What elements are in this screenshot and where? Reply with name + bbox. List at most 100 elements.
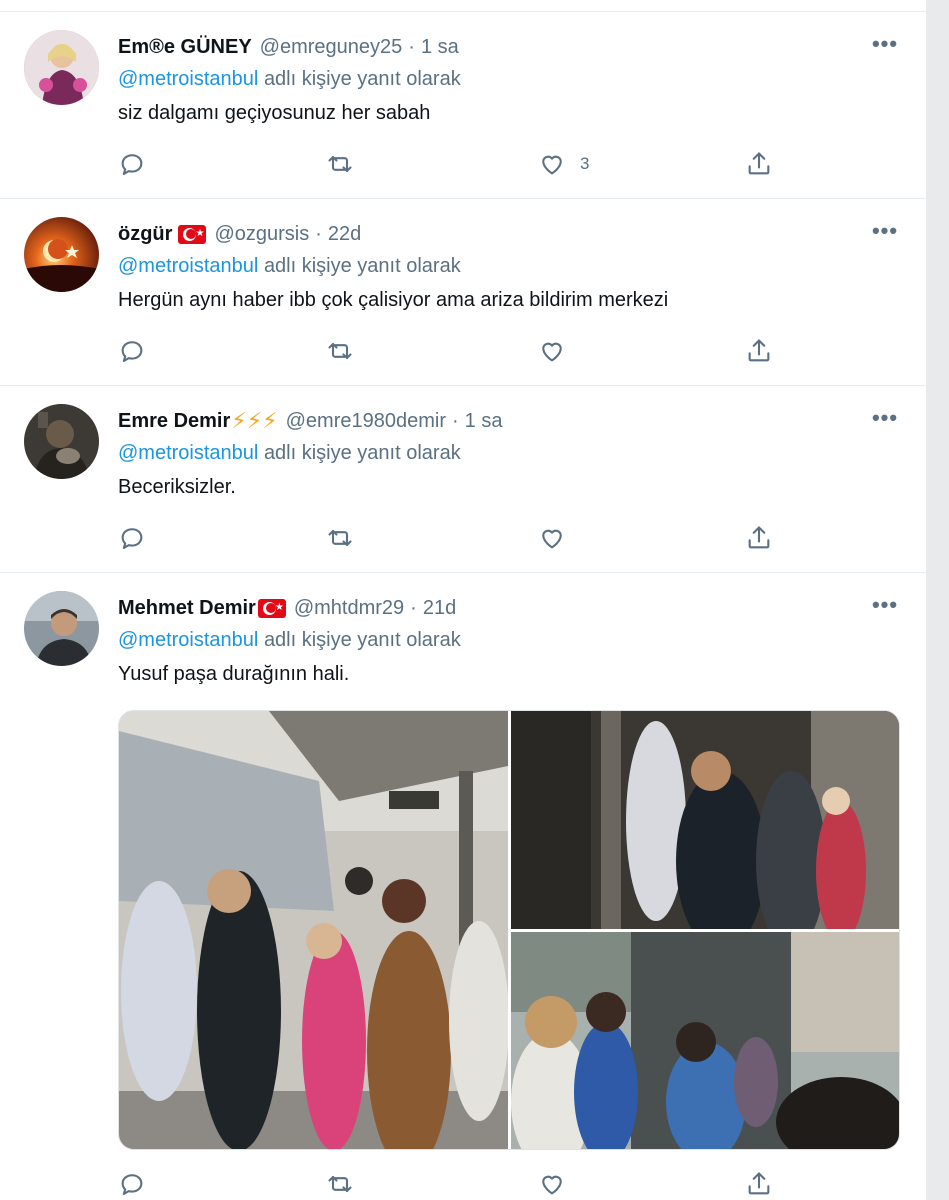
tweet-header: özgür ★ @ozgursis · 22d xyxy=(118,220,361,248)
retweet-button[interactable] xyxy=(326,148,354,180)
photo-image xyxy=(511,711,899,929)
tweet-actions xyxy=(118,335,818,367)
avatar-image xyxy=(24,591,99,666)
tweet-text: Beceriksizler. xyxy=(118,476,236,498)
tweet-actions: 3 xyxy=(118,148,818,180)
turkey-flag-icon: ★ xyxy=(257,598,286,618)
retweet-icon xyxy=(328,1175,352,1193)
tweet-emreguney25[interactable]: Em®e GÜNEY @emreguney25 · 1 sa ••• @metr… xyxy=(0,12,926,199)
photo-image xyxy=(119,711,508,1149)
reply-button[interactable] xyxy=(118,148,146,180)
heart-icon xyxy=(542,1175,562,1195)
photo-tram-door[interactable] xyxy=(511,711,899,929)
tweet-ozgursis[interactable]: özgür ★ @ozgursis · 22d ••• @metroistanb… xyxy=(0,199,926,386)
avatar[interactable] xyxy=(24,591,99,666)
timeline-top-divider xyxy=(0,0,926,12)
tweet-actions xyxy=(118,1168,818,1200)
user-handle[interactable]: @emre1980demir xyxy=(286,410,446,433)
separator-dot: · xyxy=(410,596,417,619)
like-button[interactable] xyxy=(538,1168,566,1200)
reply-icon xyxy=(121,528,143,549)
photo-tram-interior[interactable] xyxy=(511,932,899,1149)
tweet-text: Yusuf paşa durağının hali. xyxy=(118,663,350,685)
avatar[interactable] xyxy=(24,217,99,292)
reply-button[interactable] xyxy=(118,1168,146,1200)
more-icon[interactable]: ••• xyxy=(870,33,900,59)
tweet-media-grid[interactable] xyxy=(118,710,900,1150)
tweet-text: Hergün aynı haber ibb çok çalisiyor ama … xyxy=(118,289,669,311)
reply-context-text: adlı kişiye yanıt olarak xyxy=(263,442,461,464)
like-button[interactable] xyxy=(538,335,566,367)
photo-platform-crowd[interactable] xyxy=(119,711,508,1149)
separator-dot: · xyxy=(315,222,322,245)
retweet-button[interactable] xyxy=(326,1168,354,1200)
retweet-icon xyxy=(328,155,352,173)
tweet-emre1980demir[interactable]: Emre Demir ⚡⚡⚡ @emre1980demir · 1 sa •••… xyxy=(0,386,926,573)
timestamp[interactable]: 1 sa xyxy=(421,36,459,59)
share-button[interactable] xyxy=(745,335,773,367)
reply-context-text: adlı kişiye yanıt olarak xyxy=(263,629,461,651)
display-name[interactable]: Emre Demir xyxy=(118,410,230,433)
mention-link[interactable]: @metroistanbul xyxy=(118,255,258,277)
turkey-flag-icon: ★ xyxy=(178,224,207,244)
reply-icon xyxy=(121,341,143,362)
tweet-actions xyxy=(118,522,818,554)
avatar-image xyxy=(24,404,99,479)
share-icon xyxy=(748,152,770,175)
reply-context-text: adlı kişiye yanıt olarak xyxy=(263,68,461,90)
avatar-image xyxy=(24,30,99,105)
timestamp[interactable]: 1 sa xyxy=(465,410,503,433)
reply-button[interactable] xyxy=(118,522,146,554)
retweet-icon xyxy=(328,342,352,360)
reply-context: @metroistanbul adlı kişiye yanıt olarak xyxy=(118,68,461,96)
timestamp[interactable]: 22d xyxy=(328,223,361,246)
more-icon[interactable]: ••• xyxy=(870,407,900,433)
reply-context: @metroistanbul adlı kişiye yanıt olarak xyxy=(118,629,461,657)
more-icon[interactable]: ••• xyxy=(870,594,900,620)
display-name[interactable]: Em®e GÜNEY xyxy=(118,36,252,59)
share-icon xyxy=(748,339,770,362)
photo-image xyxy=(511,932,899,1149)
share-icon xyxy=(748,1172,770,1195)
user-handle[interactable]: @mhtdmr29 xyxy=(294,597,404,620)
heart-icon xyxy=(542,529,562,549)
mention-link[interactable]: @metroistanbul xyxy=(118,629,258,651)
timeline: Em®e GÜNEY @emreguney25 · 1 sa ••• @metr… xyxy=(0,0,926,1200)
user-handle[interactable]: @emreguney25 xyxy=(260,36,403,59)
reply-context-text: adlı kişiye yanıt olarak xyxy=(263,255,461,277)
share-button[interactable] xyxy=(745,1168,773,1200)
reply-button[interactable] xyxy=(118,335,146,367)
avatar[interactable] xyxy=(24,30,99,105)
separator-dot: · xyxy=(408,35,415,58)
like-button[interactable] xyxy=(538,522,566,554)
retweet-icon xyxy=(328,529,352,547)
share-button[interactable] xyxy=(745,522,773,554)
display-name[interactable]: Mehmet Demir xyxy=(118,597,256,620)
tweet-header: Emre Demir ⚡⚡⚡ @emre1980demir · 1 sa xyxy=(118,407,502,435)
timestamp[interactable]: 21d xyxy=(423,597,456,620)
mention-link[interactable]: @metroistanbul xyxy=(118,68,258,90)
more-icon[interactable]: ••• xyxy=(870,220,900,246)
reply-context: @metroistanbul adlı kişiye yanıt olarak xyxy=(118,442,461,470)
reply-icon xyxy=(121,154,143,175)
like-button[interactable]: 3 xyxy=(538,148,589,180)
user-handle[interactable]: @ozgursis xyxy=(214,223,309,246)
mention-link[interactable]: @metroistanbul xyxy=(118,442,258,464)
display-name[interactable]: özgür xyxy=(118,223,172,246)
heart-icon xyxy=(542,342,562,362)
avatar-image xyxy=(24,217,99,292)
tweet-header: Em®e GÜNEY @emreguney25 · 1 sa xyxy=(118,33,459,61)
avatar[interactable] xyxy=(24,404,99,479)
lightning-emoji: ⚡⚡⚡ xyxy=(231,408,278,433)
reply-context: @metroistanbul adlı kişiye yanıt olarak xyxy=(118,255,461,283)
share-button[interactable] xyxy=(745,148,773,180)
separator-dot: · xyxy=(452,409,459,432)
retweet-button[interactable] xyxy=(326,522,354,554)
share-icon xyxy=(748,526,770,549)
like-count: 3 xyxy=(580,154,590,173)
reply-icon xyxy=(121,1174,143,1195)
tweet-header: Mehmet Demir ★ @mhtdmr29 · 21d xyxy=(118,594,456,622)
heart-icon xyxy=(542,155,562,175)
tweet-text: siz dalgamı geçiyosunuz her sabah xyxy=(118,102,431,124)
retweet-button[interactable] xyxy=(326,335,354,367)
